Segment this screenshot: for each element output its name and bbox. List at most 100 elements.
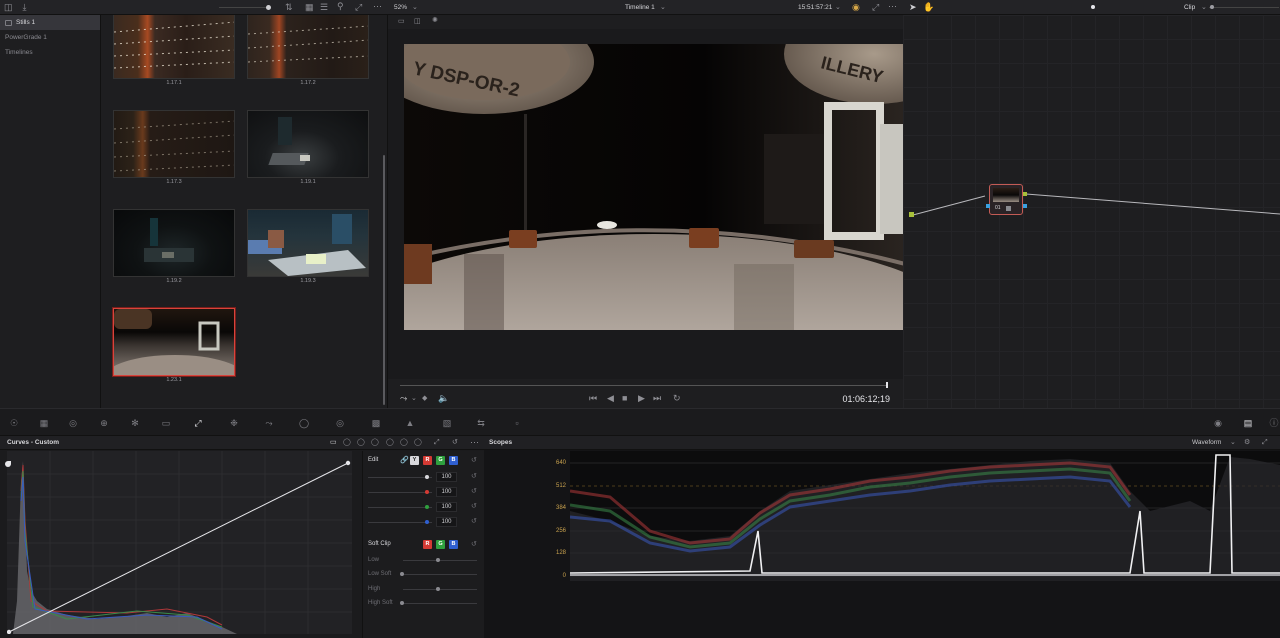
node-scale-slider[interactable] — [1209, 7, 1279, 8]
step-back-icon[interactable]: ◀ — [607, 394, 614, 403]
lightbox-icon[interactable]: ◉ — [1212, 418, 1224, 428]
node-output-icon[interactable] — [1023, 192, 1027, 196]
curve-mode-custom-icon[interactable]: ▭ — [330, 439, 337, 446]
slider-handle[interactable] — [400, 601, 404, 605]
channel-g-button[interactable]: G — [436, 456, 445, 465]
key-icon[interactable]: ▧ — [441, 418, 453, 428]
intensity-slider-y[interactable] — [368, 477, 432, 478]
search-icon[interactable]: ⚲ — [337, 2, 344, 11]
chevron-down-icon[interactable]: ⌄ — [1230, 439, 1236, 446]
picker-tool-icon[interactable]: ⤳ — [400, 394, 407, 403]
playhead[interactable] — [886, 382, 888, 388]
source-timecode[interactable]: 15:51:57:21 — [798, 4, 832, 11]
soft-clip-b-button[interactable]: B — [449, 540, 458, 549]
curve-mode-hue-lum-icon[interactable]: ◯ — [371, 439, 379, 446]
layers-icon[interactable]: ◆ — [422, 395, 427, 402]
slider-handle[interactable] — [425, 490, 429, 494]
pointer-icon[interactable]: ➤ — [909, 3, 917, 12]
album-item-timelines[interactable]: Timelines — [0, 45, 100, 60]
color-wheels-icon[interactable]: ◎ — [67, 418, 79, 428]
blur-icon[interactable]: ▲ — [404, 418, 416, 428]
highlight-icon[interactable]: ◉ — [852, 3, 860, 12]
more-options-icon[interactable]: ⋯ — [888, 2, 897, 11]
more-options-icon[interactable]: ⋯ — [470, 438, 479, 447]
soft-clip-low-soft-slider[interactable] — [403, 574, 477, 575]
go-to-end-icon[interactable]: ⏭ — [653, 394, 661, 403]
expand-icon[interactable]: ⤢ — [355, 3, 362, 12]
still-thumbnail[interactable] — [247, 15, 369, 79]
more-options-icon[interactable]: ⋯ — [373, 2, 382, 11]
still-thumbnail-selected[interactable] — [113, 308, 235, 376]
zoom-level[interactable]: 52% — [394, 4, 407, 11]
loop-icon[interactable]: ↻ — [673, 394, 681, 403]
chevron-down-icon[interactable]: ⌄ — [411, 395, 417, 402]
channel-y-button[interactable]: Y — [410, 456, 419, 465]
sort-icon[interactable]: ⇅ — [285, 3, 293, 12]
sidebar-toggle-icon[interactable]: ◫ — [4, 2, 13, 12]
slider-handle[interactable] — [436, 558, 440, 562]
soft-clip-r-button[interactable]: R — [423, 540, 432, 549]
split-view-icon[interactable]: ◫ — [414, 18, 421, 25]
still-thumbnail[interactable] — [247, 209, 369, 277]
hand-icon[interactable]: ✋ — [923, 3, 934, 12]
chevron-down-icon[interactable]: ⌄ — [660, 4, 666, 11]
node-mode[interactable]: Clip — [1184, 4, 1195, 11]
reset-icon[interactable]: ↺ — [471, 502, 477, 510]
reset-icon[interactable]: ↺ — [471, 456, 477, 464]
curves-icon[interactable]: ⤢ — [192, 418, 204, 428]
intensity-g-field[interactable]: 100 — [436, 502, 457, 512]
reset-icon[interactable]: ↺ — [471, 487, 477, 495]
soft-clip-g-button[interactable]: G — [436, 540, 445, 549]
thumbnail-size-slider[interactable] — [219, 7, 271, 8]
reset-icon[interactable]: ↺ — [471, 517, 477, 525]
reset-icon[interactable]: ↺ — [452, 439, 458, 446]
node-scale-handle[interactable] — [1210, 5, 1214, 9]
link-icon[interactable]: 🔗 — [400, 457, 409, 464]
still-thumbnail[interactable] — [247, 110, 369, 178]
channel-r-button[interactable]: R — [423, 456, 432, 465]
go-to-start-icon[interactable]: ⏮ — [589, 394, 597, 403]
motion-effects-icon[interactable]: ▭ — [160, 418, 172, 428]
scope-mode-select[interactable]: Waveform — [1192, 439, 1221, 446]
still-thumbnail[interactable] — [113, 209, 235, 277]
timeline-scrubber[interactable] — [400, 385, 887, 386]
intensity-slider-g[interactable] — [368, 507, 432, 508]
curve-mode-sat-lum-icon[interactable]: ◯ — [414, 439, 422, 446]
sizing-icon[interactable]: ⇆ — [475, 418, 487, 428]
intensity-b-field[interactable]: 100 — [436, 517, 457, 527]
gallery-scrollbar[interactable] — [383, 155, 385, 405]
tracker-icon[interactable]: ◎ — [334, 418, 346, 428]
3d-icon[interactable]: ▫ — [511, 418, 523, 428]
grid-view-icon[interactable]: ▦ — [305, 3, 314, 12]
node-key-output-icon[interactable] — [1023, 204, 1027, 208]
qualifier-icon[interactable]: ⤳ — [263, 418, 275, 428]
color-match-icon[interactable]: ▦ — [38, 418, 50, 428]
intensity-y-field[interactable]: 100 — [436, 472, 457, 482]
color-node-01[interactable]: 01 — [986, 184, 1027, 215]
scopes-icon[interactable]: ▤ — [1242, 418, 1254, 428]
expand-icon[interactable]: ⤢ — [1262, 439, 1268, 446]
magic-mask-icon[interactable]: ▩ — [370, 418, 382, 428]
slider-handle[interactable] — [425, 505, 429, 509]
node-input-icon[interactable] — [986, 204, 990, 208]
timeline-name[interactable]: Timeline 1 — [625, 4, 655, 11]
slider-handle[interactable] — [400, 572, 404, 576]
soft-clip-high-slider[interactable] — [403, 589, 477, 590]
still-thumbnail[interactable] — [113, 110, 235, 178]
node-zoom-handle[interactable] — [1091, 5, 1095, 9]
chevron-down-icon[interactable]: ⌄ — [412, 4, 418, 11]
soft-clip-high-soft-slider[interactable] — [403, 603, 477, 604]
info-icon[interactable]: ⓘ — [1268, 418, 1280, 428]
expand-icon[interactable]: ⤢ — [434, 439, 440, 446]
still-thumbnail[interactable] — [113, 15, 235, 79]
scope-settings-icon[interactable]: ⚙ — [1244, 439, 1250, 446]
rgb-mixer-icon[interactable]: ✻ — [129, 418, 141, 428]
curve-mode-hue-hue-icon[interactable]: ◯ — [343, 439, 351, 446]
play-icon[interactable]: ▶ — [638, 394, 645, 403]
soft-clip-low-slider[interactable] — [403, 560, 477, 561]
color-warper-icon[interactable]: ❉ — [228, 418, 240, 428]
audio-icon[interactable]: 🔈 — [438, 394, 449, 403]
intensity-slider-b[interactable] — [368, 522, 432, 523]
curves-plot[interactable] — [6, 451, 352, 635]
chevron-down-icon[interactable]: ⌄ — [1201, 4, 1207, 11]
